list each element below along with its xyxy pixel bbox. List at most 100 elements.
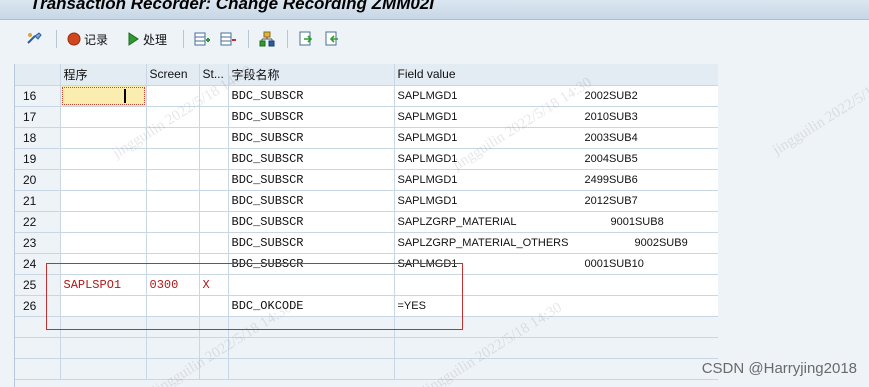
column-header-start[interactable]: St... (199, 64, 229, 86)
start-flag-cell[interactable] (199, 190, 229, 212)
field-name-cell[interactable]: BDC_SUBSCR (228, 232, 395, 254)
screen-cell[interactable] (146, 232, 200, 254)
screen-cell[interactable] (146, 211, 200, 233)
field-value-cell[interactable]: SAPLMGD1 0001SUB10 (394, 253, 718, 275)
toolbar-separator (287, 30, 289, 48)
start-flag-cell[interactable] (199, 148, 229, 170)
empty-cell (199, 316, 229, 338)
field-value-cell[interactable] (394, 274, 718, 296)
start-flag-cell[interactable] (199, 169, 229, 191)
row-number-cell[interactable]: 22 (15, 211, 61, 233)
row-number-cell[interactable]: 16 (15, 85, 61, 107)
import-icon (325, 31, 339, 46)
table-row[interactable]: 18 BDC_SUBSCR SAPLMGD1 2003SUB4 (15, 127, 718, 149)
field-value-cell[interactable]: SAPLZGRP_MATERIAL_OTHERS 9002SUB9 (394, 232, 718, 254)
row-number-cell[interactable]: 20 (15, 169, 61, 191)
field-value-cell[interactable]: SAPLMGD1 2004SUB5 (394, 148, 718, 170)
screen-cell[interactable] (146, 127, 200, 149)
table-row[interactable]: 25 SAPLSPO1 0300 X (15, 274, 718, 296)
settings-tool-button[interactable] (22, 28, 48, 50)
screen-cell[interactable] (146, 85, 200, 107)
field-name-cell[interactable]: BDC_SUBSCR (228, 127, 395, 149)
program-cell[interactable] (60, 190, 147, 212)
source-credit: CSDN @Harryjing2018 (701, 360, 857, 377)
import-button[interactable] (320, 28, 344, 50)
program-cell[interactable] (60, 148, 147, 170)
program-cell[interactable] (60, 232, 147, 254)
start-flag-cell[interactable] (199, 85, 229, 107)
field-name-cell[interactable]: BDC_SUBSCR (228, 211, 395, 233)
program-cell[interactable] (60, 127, 147, 149)
column-header-program[interactable]: 程序 (60, 64, 147, 86)
start-flag-cell[interactable] (199, 232, 229, 254)
row-number-cell[interactable]: 24 (15, 253, 61, 275)
field-name-cell[interactable]: BDC_OKCODE (228, 295, 395, 317)
record-button[interactable]: 记录 (63, 28, 112, 50)
delete-line-button[interactable] (216, 28, 240, 50)
table-row[interactable]: 17 BDC_SUBSCR SAPLMGD1 2010SUB3 (15, 106, 718, 128)
field-value-cell[interactable]: SAPLMGD1 2010SUB3 (394, 106, 718, 128)
start-flag-cell[interactable] (199, 106, 229, 128)
table-row[interactable]: 20 BDC_SUBSCR SAPLMGD1 2499SUB6 (15, 169, 718, 191)
screen-cell[interactable] (146, 253, 200, 275)
screen-cell[interactable] (146, 148, 200, 170)
insert-line-button[interactable] (190, 28, 214, 50)
start-flag-cell[interactable] (199, 211, 229, 233)
field-value-cell[interactable]: SAPLMGD1 2012SUB7 (394, 190, 718, 212)
table-row[interactable]: 16 BDC_SUBSCR SAPLMGD1 2002SUB2 (15, 85, 718, 107)
field-value-cell[interactable]: SAPLZGRP_MATERIAL 9001SUB8 (394, 211, 718, 233)
start-flag-cell[interactable]: X (199, 274, 229, 296)
toolbar-separator (248, 30, 250, 48)
field-value-cell[interactable]: SAPLMGD1 2499SUB6 (394, 169, 718, 191)
screen-cell[interactable] (146, 169, 200, 191)
row-number-cell[interactable]: 25 (15, 274, 61, 296)
field-name-cell[interactable]: BDC_SUBSCR (228, 190, 395, 212)
field-name-cell[interactable]: BDC_SUBSCR (228, 106, 395, 128)
program-cell[interactable]: SAPLSPO1 (60, 274, 147, 296)
row-number-cell[interactable]: 18 (15, 127, 61, 149)
empty-cell (15, 316, 61, 338)
field-name-cell[interactable]: BDC_SUBSCR (228, 148, 395, 170)
program-cell[interactable] (60, 295, 147, 317)
field-value-cell[interactable]: SAPLMGD1 2002SUB2 (394, 85, 718, 107)
program-cell[interactable] (60, 211, 147, 233)
row-number-cell[interactable]: 26 (15, 295, 61, 317)
table-row[interactable]: 26 BDC_OKCODE =YES (15, 295, 718, 317)
field-value-text: SAPLMGD1 (397, 131, 458, 144)
program-cell[interactable] (60, 106, 147, 128)
start-flag-cell[interactable] (199, 127, 229, 149)
row-number-cell[interactable]: 21 (15, 190, 61, 212)
field-name-cell[interactable]: BDC_SUBSCR (228, 253, 395, 275)
start-flag-cell[interactable] (199, 295, 229, 317)
screen-cell[interactable]: 0300 (146, 274, 200, 296)
column-header-field-name[interactable]: 字段名称 (228, 64, 395, 86)
column-header-screen[interactable]: Screen (146, 64, 200, 86)
screen-cell[interactable] (146, 106, 200, 128)
screen-cell[interactable] (146, 295, 200, 317)
row-number-cell[interactable]: 23 (15, 232, 61, 254)
row-number-cell[interactable]: 19 (15, 148, 61, 170)
field-value-cell[interactable]: SAPLMGD1 2003SUB4 (394, 127, 718, 149)
hierarchy-button[interactable] (255, 28, 279, 50)
table-row[interactable]: 21 BDC_SUBSCR SAPLMGD1 2012SUB7 (15, 190, 718, 212)
process-button[interactable]: 处理 (122, 28, 171, 50)
row-number-cell[interactable]: 17 (15, 106, 61, 128)
program-cell[interactable] (60, 253, 147, 275)
export-button[interactable] (294, 28, 318, 50)
empty-row (15, 358, 718, 380)
field-name-cell[interactable] (228, 274, 395, 296)
subscreen-text: 9001SUB8 (610, 215, 664, 228)
program-cell[interactable] (60, 169, 147, 191)
field-name-cell[interactable]: BDC_SUBSCR (228, 169, 395, 191)
table-row[interactable]: 19 BDC_SUBSCR SAPLMGD1 2004SUB5 (15, 148, 718, 170)
screen-cell[interactable] (146, 190, 200, 212)
program-input-focused[interactable] (60, 85, 147, 107)
table-row[interactable]: 22 BDC_SUBSCR SAPLZGRP_MATERIAL 9001SUB8 (15, 211, 718, 233)
field-name-cell[interactable]: BDC_SUBSCR (228, 85, 395, 107)
field-value-cell[interactable]: =YES (394, 295, 718, 317)
start-flag-cell[interactable] (199, 253, 229, 275)
column-header-field-value[interactable]: Field value (394, 64, 718, 86)
empty-cell (394, 358, 718, 380)
table-row[interactable]: 24 BDC_SUBSCR SAPLMGD1 0001SUB10 (15, 253, 718, 275)
table-row[interactable]: 23 BDC_SUBSCR SAPLZGRP_MATERIAL_OTHERS 9002… (15, 232, 718, 254)
